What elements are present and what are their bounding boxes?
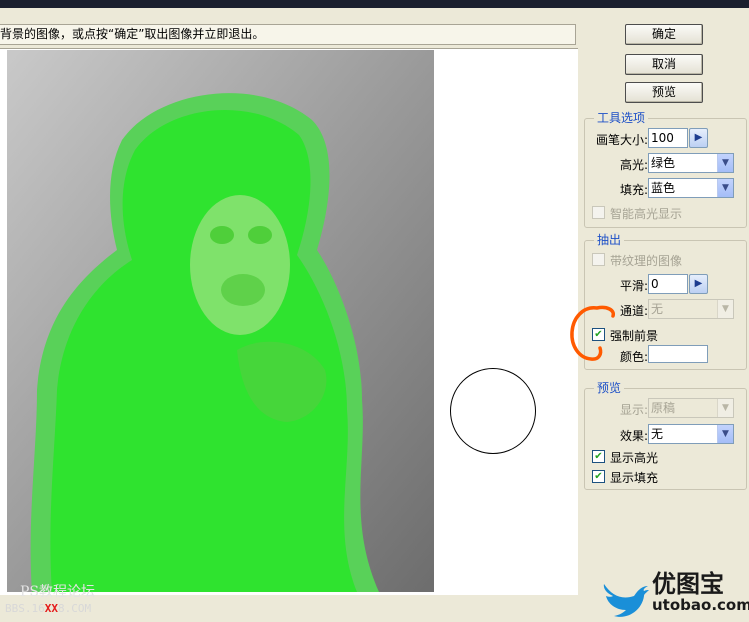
smooth-input[interactable]: 0 xyxy=(648,274,688,294)
fill-row: 填充: 蓝色 ▼ xyxy=(585,178,746,198)
forum-watermark: PS教程论坛 xyxy=(20,584,96,600)
textured-checkbox[interactable] xyxy=(592,253,605,266)
tool-options-title: 工具选项 xyxy=(594,111,649,125)
ok-button[interactable]: 确定 xyxy=(625,24,703,45)
channel-label: 通道: xyxy=(619,304,648,318)
tool-options-group: 工具选项 画笔大小: 100 ▶ 高光: 绿色 ▼ 填充: 蓝色 ▼ 智能高光显… xyxy=(584,111,747,228)
brush-cursor xyxy=(450,368,536,454)
channel-value: 无 xyxy=(651,302,664,316)
show-fill-row: ✔ 显示填充 xyxy=(585,467,746,487)
effect-select[interactable]: 无 ▼ xyxy=(648,424,734,444)
preview-button[interactable]: 预览 xyxy=(625,82,703,103)
channel-select[interactable]: 无 ▼ xyxy=(648,299,734,319)
effect-row: 效果: 无 ▼ xyxy=(585,424,746,444)
smart-highlight-label: 智能高光显示 xyxy=(610,207,683,221)
brand-name-en: utobao.com xyxy=(652,596,749,614)
bbs-url: BBS.16XX8.COM xyxy=(5,602,92,615)
highlight-label: 高光: xyxy=(619,158,648,172)
brand-logo: 优图宝 utobao.com xyxy=(594,564,749,622)
subject-image[interactable] xyxy=(7,50,434,592)
extract-title: 抽出 xyxy=(594,233,625,247)
smooth-label: 平滑: xyxy=(619,279,648,293)
chevron-down-icon[interactable]: ▼ xyxy=(717,399,733,417)
show-highlight-label: 显示高光 xyxy=(610,451,659,465)
show-label: 显示: xyxy=(619,403,648,417)
brush-size-slider-button[interactable]: ▶ xyxy=(689,128,708,148)
fill-label: 填充: xyxy=(619,183,648,197)
monkey-highlight-image xyxy=(7,50,434,592)
preview-title: 预览 xyxy=(594,381,625,395)
cancel-button[interactable]: 取消 xyxy=(625,54,703,75)
show-select[interactable]: 原稿 ▼ xyxy=(648,398,734,418)
textured-label: 带纹理的图像 xyxy=(610,254,683,268)
smart-highlight-checkbox[interactable] xyxy=(592,206,605,219)
effect-label: 效果: xyxy=(619,429,648,443)
show-value: 原稿 xyxy=(651,401,676,415)
show-row: 显示: 原稿 ▼ xyxy=(585,398,746,418)
brush-size-row: 画笔大小: 100 ▶ xyxy=(585,128,746,148)
fill-value: 蓝色 xyxy=(651,181,676,195)
chevron-down-icon[interactable]: ▼ xyxy=(717,300,733,318)
smooth-slider-button[interactable]: ▶ xyxy=(689,274,708,294)
color-label: 颜色: xyxy=(619,350,648,364)
show-fill-label: 显示填充 xyxy=(610,471,659,485)
color-swatch[interactable] xyxy=(648,345,708,363)
chevron-down-icon[interactable]: ▼ xyxy=(717,154,733,172)
highlight-value: 绿色 xyxy=(651,156,676,170)
chevron-down-icon[interactable]: ▼ xyxy=(717,425,733,443)
show-fill-checkbox[interactable]: ✔ xyxy=(592,470,605,483)
fill-select[interactable]: 蓝色 ▼ xyxy=(648,178,734,198)
show-highlight-checkbox[interactable]: ✔ xyxy=(592,450,605,463)
highlight-row: 高光: 绿色 ▼ xyxy=(585,153,746,173)
brush-size-input[interactable]: 100 xyxy=(648,128,688,148)
annotation-circle xyxy=(570,305,616,361)
preview-group: 预览 显示: 原稿 ▼ 效果: 无 ▼ ✔ 显示高光 ✔ 显示填充 xyxy=(584,381,747,490)
effect-value: 无 xyxy=(651,427,664,441)
chevron-down-icon[interactable]: ▼ xyxy=(717,179,733,197)
textured-row: 带纹理的图像 xyxy=(585,250,746,270)
highlight-select[interactable]: 绿色 ▼ xyxy=(648,153,734,173)
show-highlight-row: ✔ 显示高光 xyxy=(585,447,746,467)
brush-size-label: 画笔大小: xyxy=(595,133,648,147)
smooth-row: 平滑: 0 ▶ xyxy=(585,274,746,294)
instruction-text: 背景的图像，或点按“确定”取出图像并立即退出。 xyxy=(0,24,576,45)
smart-highlight-row: 智能高光显示 xyxy=(585,203,746,223)
brand-name-cn: 优图宝 xyxy=(652,570,724,598)
bird-logo-icon xyxy=(603,584,649,617)
